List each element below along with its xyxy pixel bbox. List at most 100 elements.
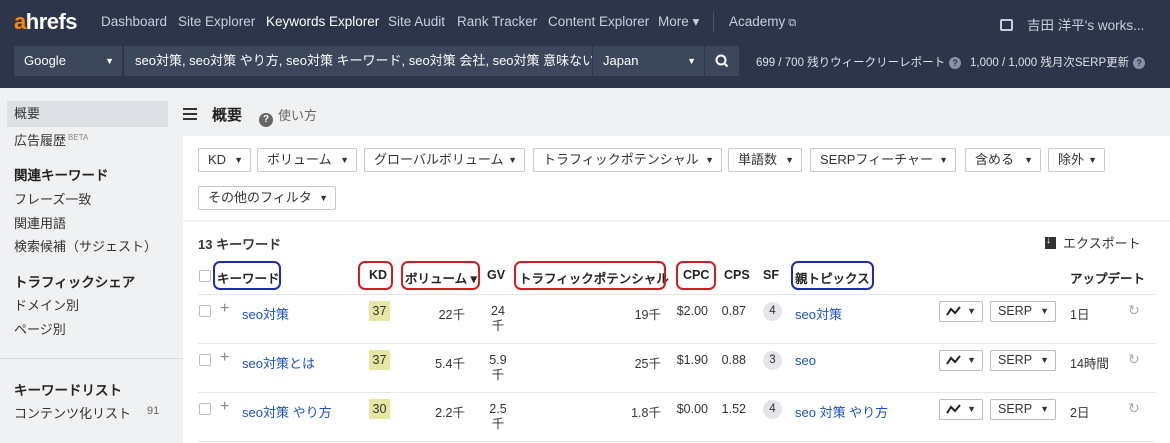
sidebar-item-suggestions[interactable]: 検索候補（サジェスト） — [14, 236, 157, 255]
filter-exclude[interactable]: 除外 ▼ — [1048, 148, 1105, 172]
cpc-value: $2.00 — [676, 304, 708, 318]
workspace-menu[interactable]: 吉田 洋平's works... — [1000, 14, 1144, 34]
sidebar-item-related-terms[interactable]: 関連用語 — [14, 213, 66, 232]
filter-label: 単語数 — [738, 152, 778, 167]
chevron-down-icon: ▼ — [967, 404, 976, 414]
help-icon[interactable]: ? — [949, 57, 962, 69]
row-checkbox[interactable] — [199, 305, 211, 317]
trend-button[interactable]: ▼ — [939, 301, 983, 322]
nav-site-audit[interactable]: Site Audit — [388, 14, 445, 29]
chevron-down-icon: ▼ — [967, 355, 976, 365]
filter-label: SERPフィーチャー — [820, 152, 934, 167]
add-to-list-icon[interactable]: + — [220, 349, 229, 367]
keyword-link[interactable]: seo対策 — [242, 304, 289, 323]
sidebar-divider — [0, 358, 183, 359]
trend-button[interactable]: ▼ — [939, 350, 983, 371]
search-button[interactable] — [705, 46, 739, 76]
nav-more[interactable]: More ▾ — [658, 14, 699, 30]
cps-value: 0.87 — [721, 304, 746, 318]
col-gv[interactable]: GV — [487, 268, 505, 282]
add-to-list-icon[interactable]: + — [220, 398, 229, 416]
add-to-list-icon[interactable]: + — [220, 300, 229, 318]
update-value: 14時間 — [1070, 357, 1109, 371]
sidebar-item-by-domain[interactable]: ドメイン別 — [14, 295, 79, 314]
chevron-down-icon: ▼ — [705, 155, 714, 165]
nav-site-explorer[interactable]: Site Explorer — [178, 14, 255, 29]
nav-keywords-explorer[interactable]: Keywords Explorer — [266, 14, 379, 29]
help-icon: ? — [259, 113, 273, 127]
how-to-label: 使い方 — [278, 108, 318, 123]
serp-updates-text: 1,000 / 1,000 残月次SERP更新 — [970, 57, 1130, 69]
refresh-icon[interactable]: ↻ — [1128, 400, 1140, 417]
country-select[interactable]: Japan ▼ — [593, 46, 704, 76]
filter-more[interactable]: その他のフィルタ ▼ — [198, 186, 336, 210]
gv-unit: 千 — [491, 417, 505, 431]
how-to-link[interactable]: ? 使い方 — [259, 105, 317, 127]
refresh-icon[interactable]: ↻ — [1128, 302, 1140, 319]
col-sf[interactable]: SF — [763, 268, 779, 282]
help-icon[interactable]: ? — [1133, 57, 1146, 69]
filter-serp-features[interactable]: SERPフィーチャー ▼ — [810, 148, 956, 172]
download-icon — [1045, 235, 1056, 249]
parent-topic-link[interactable]: seo 対策 やり方 — [795, 402, 888, 421]
menu-icon[interactable] — [183, 108, 197, 120]
gv-unit: 千 — [491, 319, 505, 333]
filter-global-volume[interactable]: グローバルボリューム ▼ — [364, 148, 525, 172]
row-checkbox[interactable] — [199, 354, 211, 366]
nav-academy[interactable]: Academy ⧉ — [729, 14, 796, 30]
nav-divider — [713, 12, 714, 32]
col-cps[interactable]: CPS — [724, 268, 750, 282]
chevron-down-icon: ▼ — [1040, 306, 1049, 316]
cpc-value: $1.90 — [676, 353, 708, 367]
filter-label: 除外 — [1058, 152, 1085, 167]
serp-label: SERP — [998, 304, 1033, 318]
gv-value: 24 千 — [488, 304, 508, 334]
sidebar-item-by-page[interactable]: ページ別 — [14, 319, 66, 338]
nav-dashboard[interactable]: Dashboard — [101, 14, 167, 29]
gv-value: 2.5 千 — [488, 402, 508, 432]
filter-volume[interactable]: ボリューム ▼ — [257, 148, 357, 172]
filter-include[interactable]: 含める ▼ — [965, 148, 1041, 172]
gv-unit: 千 — [491, 368, 505, 382]
sidebar-head-related: 関連キーワード — [14, 168, 109, 183]
keywords-input[interactable]: seo対策, seo対策 やり方, seo対策 キーワード, seo対策 会社,… — [123, 46, 593, 76]
annotation-ring — [213, 261, 281, 290]
annotation-ring — [676, 261, 716, 290]
top-bar: ahrefs Dashboard Site Explorer Keywords … — [0, 0, 1170, 88]
filter-kd[interactable]: KD ▼ — [198, 148, 251, 172]
keyword-link[interactable]: seo対策とは — [242, 353, 315, 372]
filter-word-count[interactable]: 単語数 ▼ — [728, 148, 802, 172]
sidebar-item-overview[interactable]: 概要 — [7, 101, 168, 127]
sidebar-head-keyword-lists: キーワードリスト — [14, 383, 122, 398]
col-update[interactable]: アップデート — [1070, 268, 1145, 287]
nav-content-explorer[interactable]: Content Explorer — [548, 14, 649, 29]
row-checkbox[interactable] — [199, 403, 211, 415]
serp-button[interactable]: SERP ▼ — [990, 301, 1056, 322]
sidebar: 概要 広告履歴 BETA 関連キーワード フレーズ一致 関連用語 検索候補（サジェ… — [0, 88, 183, 443]
serp-label: SERP — [998, 353, 1033, 367]
serp-button[interactable]: SERP ▼ — [990, 399, 1056, 420]
export-button[interactable]: エクスポート — [1045, 233, 1141, 252]
parent-topic-link[interactable]: seo — [795, 353, 816, 368]
keyword-link[interactable]: seo対策 やり方 — [242, 402, 332, 421]
export-label: エクスポート — [1063, 236, 1141, 251]
filter-traffic-potential[interactable]: トラフィックポテンシャル ▼ — [533, 148, 722, 172]
trend-button[interactable]: ▼ — [939, 399, 983, 420]
serp-updates-info: 1,000 / 1,000 残月次SERP更新? — [970, 54, 1146, 70]
sidebar-item-content-list[interactable]: コンテンツ化リスト — [14, 403, 131, 422]
refresh-icon[interactable]: ↻ — [1128, 351, 1140, 368]
chevron-down-icon: ▼ — [319, 193, 328, 203]
volume-value: 22千 — [438, 308, 465, 322]
ahrefs-logo[interactable]: ahrefs — [14, 9, 78, 35]
cpc-value: $0.00 — [676, 402, 708, 416]
parent-topic-link[interactable]: seo対策 — [795, 304, 842, 323]
chevron-down-icon: ▼ — [687, 56, 696, 66]
chevron-down-icon: ▼ — [105, 56, 114, 66]
sidebar-item-phrase-match[interactable]: フレーズ一致 — [14, 189, 91, 208]
select-all-checkbox[interactable] — [199, 270, 211, 282]
chevron-down-icon: ▼ — [939, 155, 948, 165]
serp-button[interactable]: SERP ▼ — [990, 350, 1056, 371]
nav-rank-tracker[interactable]: Rank Tracker — [457, 14, 537, 29]
search-engine-select[interactable]: Google ▼ — [14, 46, 122, 76]
sidebar-item-ads-history[interactable]: 広告履歴 BETA — [14, 130, 88, 149]
